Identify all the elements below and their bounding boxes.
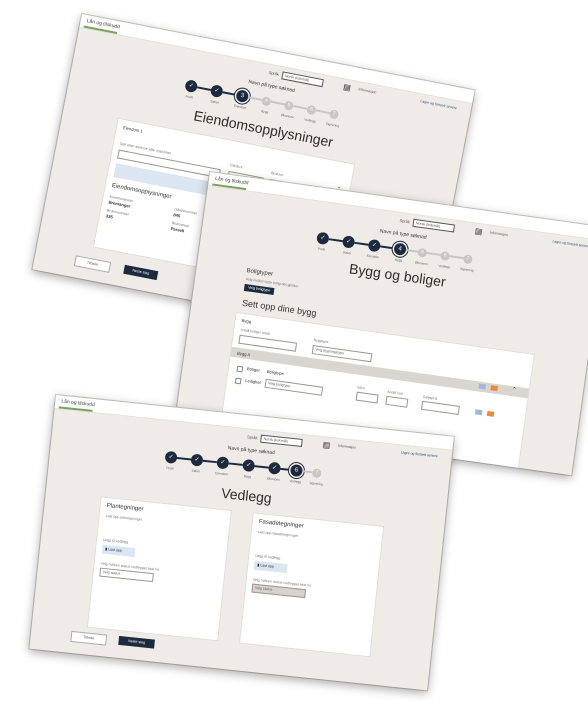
- step-label: Signering: [459, 266, 474, 273]
- language-label: Språk: [268, 69, 280, 77]
- step-label: Søker: [191, 468, 201, 474]
- floorplan-upload-label: Legg til vedlegg: [102, 537, 129, 545]
- upload-label: Last opp: [260, 563, 275, 569]
- step-3-done[interactable]: ✓: [216, 456, 230, 470]
- step-1-done[interactable]: ✓: [316, 231, 330, 246]
- upload-label: Last opp: [107, 547, 123, 553]
- info-link[interactable]: Informasjon: [358, 87, 377, 94]
- delete-row-button[interactable]: [486, 410, 495, 417]
- floorplan-sub: Last opp plantegninger: [105, 513, 143, 522]
- unit-checkbox[interactable]: [236, 365, 244, 373]
- facade-upload-label: Legg til vedlegg: [255, 553, 281, 561]
- step-label: Bygg: [243, 474, 252, 479]
- step-1-done[interactable]: ✓: [164, 450, 178, 464]
- info-link[interactable]: Informasjon: [490, 231, 509, 238]
- step-label: Eiendom: [366, 253, 380, 260]
- step-label: Bygg: [394, 257, 403, 263]
- facade-card: Fasadetegninger Last opp fasadetegninger…: [239, 512, 385, 658]
- unit-label: Gårdsnr: [229, 163, 244, 170]
- step-4-active[interactable]: 4: [393, 242, 407, 256]
- back-button[interactable]: Tilbake: [70, 630, 108, 646]
- price-label: Salgspris: [422, 394, 438, 401]
- step-label: Profil: [317, 246, 326, 252]
- next-button[interactable]: Neste steg: [123, 264, 159, 281]
- apartment-checkbox[interactable]: [234, 377, 242, 385]
- building-label: Bygg: [241, 317, 252, 325]
- screenshot-vedlegg: Lån og tilskudd Språk Norsk (bokmål) ▤ I…: [29, 395, 454, 691]
- language-select[interactable]: Norsk (bokmål): [412, 218, 456, 233]
- housing-type-label: Boligtype: [266, 368, 285, 377]
- bank-icon: ▤: [322, 440, 331, 450]
- step-1-done[interactable]: ✓: [184, 79, 199, 94]
- step-label: Søker: [210, 99, 220, 105]
- step-label: Økonomi: [280, 112, 294, 120]
- chevron-up-icon[interactable]: ⌃: [511, 386, 517, 394]
- save-later-link[interactable]: Lagre og fortsett senere: [401, 450, 438, 458]
- step-2-done[interactable]: ✓: [341, 235, 356, 249]
- floorplan-card: Plantegninger Last opp plantegninger Leg…: [86, 496, 232, 642]
- housing-type-button[interactable]: Velg boligtype: [243, 283, 275, 296]
- unit2-label: Bruksnr: [270, 171, 284, 178]
- apartment-label: Leilighet: [244, 377, 262, 386]
- step-label: Signering: [309, 480, 324, 487]
- facade-sub: Last opp fasadetegninger: [257, 529, 299, 539]
- step-2-done[interactable]: ✓: [190, 453, 204, 467]
- step-label: Økonomi: [414, 260, 428, 267]
- step-label: Signering: [325, 121, 340, 129]
- step-5-done[interactable]: ✓: [267, 461, 282, 475]
- language-label: Språk: [246, 434, 258, 441]
- area-input[interactable]: [355, 391, 379, 404]
- bank-icon: ▤: [474, 226, 483, 237]
- delete-button[interactable]: [490, 385, 498, 392]
- step-label: Vedlegg: [289, 478, 302, 485]
- step-label: Profil: [185, 94, 194, 100]
- step-7: 7: [328, 108, 340, 120]
- save-later-link[interactable]: Lagre og fortsett senere: [420, 99, 457, 110]
- type-label: Byggtype: [313, 338, 329, 345]
- step-label: Bygg: [260, 109, 269, 115]
- edit-row-button[interactable]: [474, 409, 483, 416]
- step-4-done[interactable]: ✓: [242, 458, 256, 473]
- step-7: 7: [462, 253, 474, 264]
- step-3-done[interactable]: ✓: [367, 238, 382, 253]
- step-label: Profil: [166, 465, 174, 471]
- housing-type-select[interactable]: Velg boligtype: [264, 378, 324, 396]
- count-input[interactable]: [385, 395, 409, 408]
- step-label: Eiendom: [215, 471, 229, 477]
- step-label: Vedlegg: [303, 117, 316, 124]
- edit-button[interactable]: [478, 383, 487, 390]
- housing-heading: Boligtyper: [246, 268, 274, 278]
- facade-heading: Fasadetegninger: [258, 518, 304, 530]
- bank-icon: ▤: [342, 82, 352, 93]
- price-input[interactable]: [420, 400, 460, 415]
- number-value: 845: [172, 212, 181, 219]
- step-label: Økonomi: [266, 476, 280, 482]
- area-label: BRA: [357, 385, 366, 391]
- step-7: 7: [311, 467, 322, 478]
- facade-upload-button[interactable]: ▮ Last opp: [253, 560, 288, 574]
- step-2-done[interactable]: ✓: [209, 84, 224, 99]
- building-name: Bygg A: [236, 350, 251, 358]
- step-label: Vedlegg: [438, 263, 451, 270]
- step-6-active[interactable]: 6: [289, 463, 304, 478]
- back-button[interactable]: Tilbake: [73, 255, 112, 273]
- count-label: Antall rom: [386, 389, 404, 397]
- rows-label: Boliger: [246, 366, 261, 373]
- property-heading: Eiendom 1: [122, 124, 144, 134]
- next-button[interactable]: Neste steg: [118, 635, 155, 649]
- plot-value: 335: [105, 213, 114, 220]
- save-later-link[interactable]: Lagre og fortsett senere: [552, 239, 588, 248]
- language-label: Språk: [399, 217, 411, 225]
- floorplan-heading: Plantegninger: [106, 502, 144, 513]
- floorplan-upload-button[interactable]: ▮ Last opp: [101, 544, 136, 558]
- language-selector[interactable]: Språk Norsk (bokmål): [247, 433, 303, 447]
- info-link[interactable]: Informasjon: [338, 444, 357, 450]
- step-label: Søker: [342, 250, 352, 256]
- language-select[interactable]: Norsk (bokmål): [260, 434, 303, 447]
- step-label: Eiendom: [233, 103, 247, 111]
